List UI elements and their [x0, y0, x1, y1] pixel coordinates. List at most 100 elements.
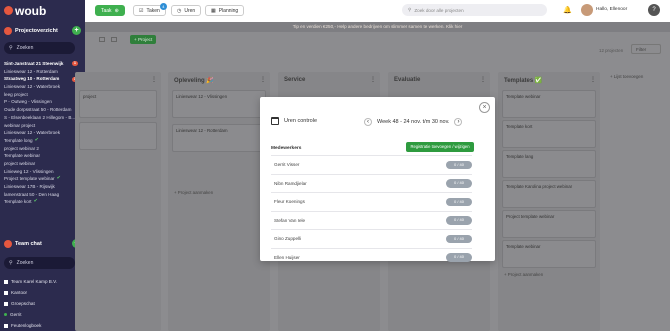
chevron-right-icon[interactable]: ›	[454, 118, 463, 126]
filter-button[interactable]: Filter	[631, 44, 661, 54]
checkbox-icon: ☑	[139, 7, 144, 14]
chat-item[interactable]: Kantoor	[4, 290, 27, 295]
planning-button[interactable]: ▦ Planning	[205, 5, 245, 16]
chevron-left-icon[interactable]: ‹	[364, 118, 372, 126]
column-title: Service	[284, 77, 306, 83]
sidebar-project-item[interactable]: P - Outweg - Vlissingen	[4, 98, 82, 106]
new-project-button[interactable]: + Project	[130, 35, 157, 44]
column-menu-icon[interactable]: ⋮	[260, 76, 266, 83]
help-button[interactable]: ?	[648, 4, 660, 16]
sidebar-project-item[interactable]: Template kort ✔	[4, 198, 82, 206]
chat-search-input[interactable]: ⚲ Zoeken	[4, 257, 75, 269]
column-menu-icon[interactable]: ⋮	[151, 76, 157, 83]
sidebar-project-item[interactable]: Linieweg 12 - Vlissingen	[4, 168, 82, 176]
chat-avatar-icon	[4, 290, 8, 295]
sidebar-project-item[interactable]: leeg project	[4, 91, 82, 99]
project-card[interactable]: Linieswear 12 - Vlissingen	[172, 90, 266, 118]
project-list: Sint-Janstraat 21 Steenwijk 1 Linieswear 1…	[4, 60, 82, 206]
chat-avatar-icon	[4, 279, 8, 284]
sidebar-project-item[interactable]: Linieswear 12 - Rotterdam	[4, 68, 82, 76]
project-label: lamenstraat 50 - Den Haag	[4, 191, 60, 197]
search-icon: ⚲	[408, 7, 412, 12]
project-label: Oude dorpsstraat 50 - Rotterdam	[4, 107, 72, 113]
calendar-icon: ▦	[211, 7, 216, 14]
task-button[interactable]: Taak ⊕	[95, 5, 125, 16]
hours-pill[interactable]: 0 / 40	[446, 253, 472, 262]
worker-row[interactable]: Gerrit Visser 0 / 40	[271, 155, 472, 174]
close-icon[interactable]: ×	[479, 102, 490, 113]
project-card[interactable]: Template kort	[502, 120, 596, 148]
sidebar-project-item[interactable]: Linieswear 12 - Waterbroek	[4, 83, 82, 91]
search-icon: ⚲	[9, 260, 13, 266]
project-card[interactable]: Template webinar	[502, 240, 596, 268]
column-menu-icon[interactable]: ⋮	[480, 76, 486, 83]
chat-item[interactable]: Groepschat	[4, 301, 35, 306]
sidebar-project-item[interactable]: lamenstraat 50 - Den Haag	[4, 191, 82, 199]
chat-item[interactable]: Team Karel Kamp B.V.	[4, 279, 57, 284]
hours-pill[interactable]: 0 / 40	[446, 197, 472, 206]
sidebar-project-item[interactable]: Template webinar	[4, 152, 82, 160]
sidebar-project-item[interactable]: Linieswear 17B - Rijswijk	[4, 183, 82, 191]
week-label: Week 48 - 24 nov. t/m 30 nov.	[377, 119, 450, 125]
global-search-input[interactable]: ⚲ Zoek door alle projecten	[402, 4, 547, 16]
project-card[interactable]: Project template webinar	[502, 210, 596, 238]
bell-icon[interactable]: 🔔	[563, 6, 572, 14]
board-column: ⋮ project	[75, 72, 161, 331]
tip-banner[interactable]: Tip en verdien €250,- Help andere bedrij…	[85, 22, 670, 32]
register-hours-button[interactable]: Registratie toevoegen / wijzigen	[406, 142, 474, 152]
hours-button[interactable]: ◷ Uren	[171, 5, 202, 16]
add-list-link[interactable]: + Lijst toevoegen	[610, 74, 643, 79]
project-card[interactable]	[79, 122, 157, 150]
project-card[interactable]: Linieswear 12 - Rotterdam	[172, 124, 266, 152]
tasks-button[interactable]: ☑ Taken 4	[133, 3, 167, 16]
project-label: Project template webinar	[4, 176, 55, 182]
worker-row[interactable]: Ellen Huijser 0 / 40	[271, 247, 472, 267]
check-icon: ✔	[34, 136, 39, 143]
sidebar-project-item[interactable]: Project template webinar ✔	[4, 175, 82, 183]
app-logo[interactable]: woub	[4, 4, 46, 18]
add-project-button[interactable]: +	[72, 26, 81, 35]
sidebar-project-item[interactable]: Straatweg 10 - Rotterdam1	[4, 75, 82, 83]
sidebar-project-item[interactable]: Linieswear 12 - Waterbroek	[4, 129, 82, 137]
add-project-link[interactable]: + Project aanmaken	[504, 272, 543, 277]
worker-row[interactable]: Nibn Ramdjielar 0 / 40	[271, 173, 472, 193]
worker-row[interactable]: Gino Zuppelli 0 / 40	[271, 229, 472, 248]
chat-avatar-icon	[4, 301, 8, 306]
hours-control-modal: × Uren controle ‹ Week 48 - 24 nov. t/m …	[260, 97, 495, 262]
project-label: leeg project	[4, 91, 28, 97]
hours-pill[interactable]: 0 / 40	[446, 234, 472, 243]
week-navigator: ‹ Week 48 - 24 nov. t/m 30 nov. ›	[364, 118, 463, 126]
sidebar-project-item[interactable]: project webinar 2	[4, 145, 82, 153]
project-card[interactable]: Template Karolina project webinar	[502, 180, 596, 208]
project-card[interactable]: project	[79, 90, 157, 118]
project-card[interactable]: Template lang	[502, 150, 596, 178]
project-card[interactable]: Template webinar	[502, 90, 596, 118]
sidebar-project-item[interactable]: webinar project	[4, 122, 82, 130]
chat-item[interactable]: Gerrit	[4, 312, 21, 317]
projects-icon	[4, 27, 12, 35]
column-menu-icon[interactable]: ⋮	[590, 76, 596, 83]
hours-pill[interactable]: 0 / 40	[446, 179, 472, 188]
worker-row[interactable]: Stefan Van Iele 0 / 40	[271, 210, 472, 230]
project-label: Template kort	[4, 199, 32, 205]
worker-row[interactable]: Fleur Koenings 0 / 40	[271, 192, 472, 211]
sidebar-project-item[interactable]: Sint-Janstraat 21 Steenwijk 1	[4, 60, 82, 68]
sidebar-project-item[interactable]: Template long ✔	[4, 137, 82, 145]
project-label: Linieweg 12 - Vlissingen	[4, 168, 54, 174]
user-greeting[interactable]: Hallo, Ellenoor	[596, 7, 627, 12]
sidebar-project-item[interactable]: Oude dorpsstraat 50 - Rotterdam	[4, 106, 82, 114]
project-search-input[interactable]: ⚲ Zoeken	[4, 42, 75, 54]
project-label: project webinar 2	[4, 145, 39, 151]
grid-view-icon[interactable]	[99, 37, 105, 42]
column-menu-icon[interactable]: ⋮	[370, 76, 376, 83]
hours-pill[interactable]: 0 / 40	[446, 216, 472, 225]
hours-pill[interactable]: 0 / 40	[446, 160, 472, 169]
avatar[interactable]	[581, 4, 593, 16]
list-view-icon[interactable]	[111, 37, 117, 42]
sidebar-project-item[interactable]: S - Elsenbeeklaan 2 Hillegom - B...	[4, 114, 82, 122]
notification-badge: 1	[71, 61, 78, 67]
add-project-link[interactable]: + Project aanmaken	[174, 190, 213, 195]
chat-item[interactable]: Feutenlogboek	[4, 323, 41, 328]
sidebar-project-item[interactable]: project webinar	[4, 160, 82, 168]
project-count: 12 projecten	[599, 48, 624, 53]
